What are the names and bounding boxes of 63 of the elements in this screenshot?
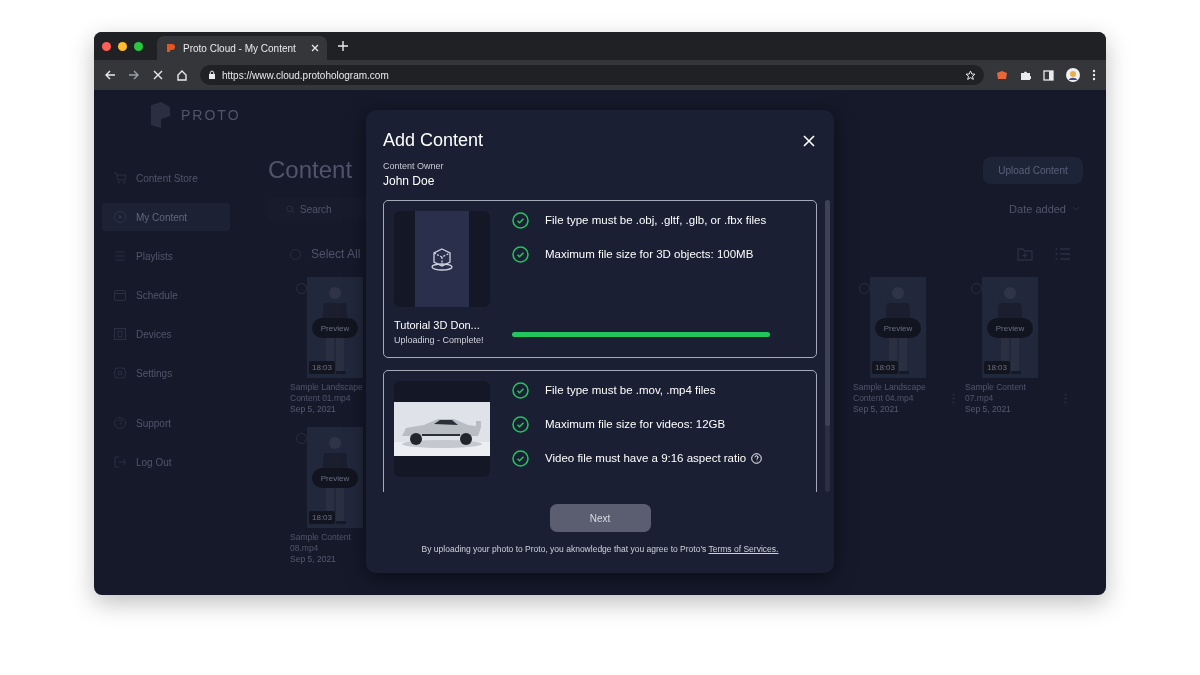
more-menu-icon[interactable] (1092, 69, 1096, 81)
favicon-icon (165, 43, 175, 53)
sidebar-item[interactable]: My Content (102, 203, 230, 231)
file-date: Sep 5, 2021 (965, 404, 1012, 415)
dialog-title: Add Content (383, 130, 484, 151)
extension-icon[interactable] (996, 70, 1008, 80)
select-all-label: Select All (311, 247, 361, 261)
file-name: Sample Content 08.mp4 (290, 532, 352, 554)
back-icon[interactable] (104, 69, 116, 81)
file-name: Tutorial 3D Don... (394, 319, 481, 331)
preview-button[interactable]: Preview (875, 318, 921, 338)
file-date: Sep 5, 2021 (290, 554, 337, 565)
duration-badge: 18:03 (309, 361, 336, 374)
address-bar[interactable]: https://www.cloud.protohologram.com (200, 65, 984, 85)
requirement-text: File type must be .obj, .gltf, .glb, or .fbx files (545, 214, 767, 226)
sidebar-item[interactable]: Schedule (94, 285, 260, 305)
sidebar-item[interactable]: Devices (94, 324, 260, 344)
file-name: Sample Landscape Content 01.mp4 (290, 382, 364, 404)
sidebar-item[interactable]: Log Out (94, 452, 260, 472)
duration-badge: 18:03 (872, 361, 899, 374)
requirement-text: Maximum file size for videos: 12GB (545, 418, 726, 430)
owner-label: Content Owner (383, 161, 445, 171)
sidebar-item[interactable]: Support (94, 413, 260, 433)
preview-button[interactable]: Preview (312, 468, 358, 488)
close-icon[interactable] (311, 44, 319, 52)
sidebar-item[interactable]: Settings (94, 363, 260, 383)
upload-status: Uploading - Complete! (394, 335, 485, 345)
requirement-text: Maximum file size for 3D objects: 100MB (545, 248, 754, 260)
upload-button[interactable]: Upload Content (983, 156, 1083, 184)
sidebar-item[interactable]: Content Store (94, 168, 260, 188)
page-title: Content (268, 156, 353, 184)
close-button[interactable] (801, 132, 817, 149)
preview-button[interactable]: Preview (312, 318, 358, 338)
duration-badge: 18:03 (309, 511, 336, 524)
preview-button[interactable]: Preview (987, 318, 1033, 338)
logo-text: PROTO (181, 107, 241, 123)
cube-icon (429, 246, 455, 272)
close-icon (803, 134, 815, 147)
maximize-window-button[interactable] (134, 41, 143, 51)
forward-icon[interactable] (128, 69, 140, 81)
lock-icon (208, 70, 216, 80)
terms-link[interactable]: Terms of Services. (708, 544, 779, 554)
minimize-window-button[interactable] (118, 41, 127, 51)
requirement-text: Video file must have a 9:16 aspect ratio (545, 452, 747, 464)
close-window-button[interactable] (102, 41, 111, 51)
file-name: Sample Content 07.mp4 (965, 382, 1027, 404)
owner-name: John Doe (383, 174, 436, 188)
terms-notice: By uploading your photo to Proto, you aknowledge that you agree to Proto's Terms of Services. (421, 544, 779, 554)
sidebar-item[interactable]: Playlists (94, 246, 260, 266)
side-panel-icon[interactable] (1043, 69, 1054, 81)
requirement-text: File type must be .mov, .mp4 files (545, 384, 716, 396)
new-tab-icon[interactable] (337, 40, 349, 52)
file-date: Sep 5, 2021 (853, 404, 900, 415)
scrollbar[interactable] (825, 200, 830, 492)
browser-tab[interactable]: Proto Cloud - My Content (157, 36, 327, 60)
avatar-icon[interactable] (1066, 68, 1080, 82)
sort-dropdown[interactable]: Date added (1009, 203, 1080, 215)
star-icon[interactable] (965, 69, 976, 81)
file-date: Sep 5, 2021 (290, 404, 337, 415)
stop-icon[interactable] (152, 69, 164, 81)
duration-badge: 18:03 (984, 361, 1011, 374)
help-icon[interactable] (751, 452, 763, 464)
home-icon[interactable] (176, 69, 188, 81)
